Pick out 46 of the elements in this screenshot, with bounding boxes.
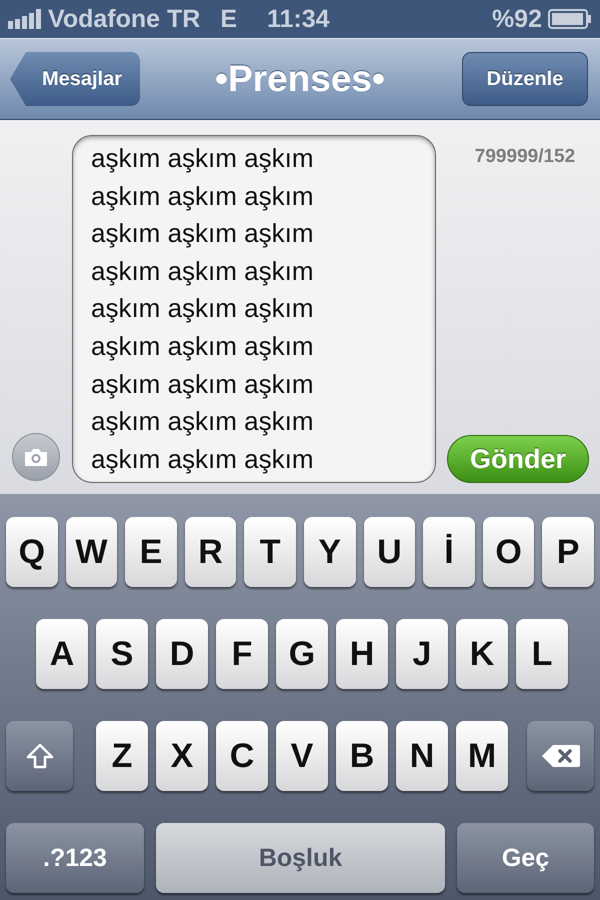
- back-button[interactable]: Mesajlar: [10, 52, 140, 106]
- letter-key[interactable]: G: [276, 619, 328, 689]
- clock-time: 11:34: [267, 4, 330, 34]
- edit-button[interactable]: Düzenle: [462, 52, 588, 106]
- letter-key[interactable]: N: [396, 721, 448, 791]
- letter-key[interactable]: E: [125, 517, 177, 587]
- letter-key[interactable]: U: [364, 517, 416, 587]
- character-counter: 799999/152: [474, 146, 576, 168]
- space-key[interactable]: Boşluk: [156, 823, 445, 893]
- letter-key[interactable]: D: [156, 619, 208, 689]
- letter-key[interactable]: T: [244, 517, 296, 587]
- letter-key[interactable]: C: [216, 721, 268, 791]
- letter-key[interactable]: X: [156, 721, 208, 791]
- return-key[interactable]: Geç: [457, 823, 594, 893]
- letter-key[interactable]: P: [542, 517, 594, 587]
- battery-icon: [548, 9, 592, 29]
- camera-icon: [23, 447, 49, 467]
- letter-key[interactable]: R: [184, 517, 236, 587]
- letter-key[interactable]: F: [216, 619, 268, 689]
- letter-key[interactable]: V: [276, 721, 328, 791]
- numbers-key[interactable]: .?123: [6, 823, 144, 893]
- message-field[interactable]: aşkım aşkım aşkım aşkım aşkım aşkım aşkım aşkım aşkım aşkım aşkım aşkım aşkım aşkım aşkım aşkım aşkım aşkım aşkım aşkım aşkım aşkım aşkım aşkım aşkım aşkım aşkım: [72, 135, 436, 483]
- battery-percent: %92: [492, 4, 542, 34]
- letter-key[interactable]: Y: [304, 517, 356, 587]
- carrier-name: Vodafone TR: [48, 4, 200, 34]
- letter-key[interactable]: J: [396, 619, 448, 689]
- delete-key[interactable]: [527, 721, 594, 791]
- letter-key[interactable]: Z: [96, 721, 148, 791]
- letter-key[interactable]: Q: [6, 517, 58, 587]
- network-type: E: [220, 4, 237, 34]
- letter-key[interactable]: L: [516, 619, 568, 689]
- shift-key[interactable]: [6, 721, 73, 791]
- letter-key[interactable]: W: [66, 517, 118, 587]
- letter-key[interactable]: H: [336, 619, 388, 689]
- letter-key[interactable]: S: [96, 619, 148, 689]
- nav-title: •Prenses•: [215, 58, 385, 100]
- letter-key[interactable]: O: [482, 517, 534, 587]
- letter-key[interactable]: İ: [423, 517, 475, 587]
- letter-key[interactable]: A: [36, 619, 88, 689]
- signal-icon: [8, 9, 42, 29]
- backspace-icon: [540, 743, 580, 769]
- shift-arrow-icon: [26, 743, 54, 769]
- letter-key[interactable]: M: [456, 721, 508, 791]
- camera-button[interactable]: [12, 433, 60, 481]
- letter-key[interactable]: K: [456, 619, 508, 689]
- letter-key[interactable]: B: [336, 721, 388, 791]
